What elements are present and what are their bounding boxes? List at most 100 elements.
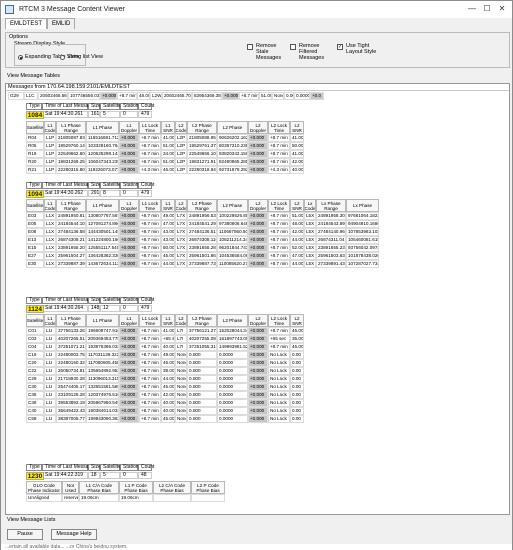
table-cell: 199943090.362: [86, 415, 119, 423]
table-cell: +0.000: [248, 134, 268, 142]
table-cell: 135654892.953: [86, 367, 119, 375]
table-cell: 23109125.285: [56, 391, 86, 399]
table-cell: C19: [26, 351, 44, 359]
table-cell: 40.00: [290, 166, 304, 174]
table-cell: +0.000: [248, 407, 268, 415]
close-button[interactable]: ✕: [497, 4, 507, 14]
table-cell: +8.7 min: [139, 343, 161, 351]
table-cell: 0.0000: [294, 92, 310, 100]
table-cell: 49.00: [161, 351, 175, 359]
message-summary-cell: 479: [138, 111, 152, 118]
table-cell: C01: [26, 327, 44, 335]
message-type-1124[interactable]: 1124: [26, 305, 44, 313]
message-header-cell: Time of Last Message: [42, 297, 94, 304]
table-cell: 48.00: [290, 220, 304, 228]
table-cell: E15: [26, 244, 44, 252]
string-list-radio[interactable]: [60, 55, 65, 60]
table-cell: 44.00: [161, 375, 175, 383]
title-bar: RTCM 3 Message Content Viewer — ☐ ✕: [1, 1, 512, 18]
table-cell: L1I: [44, 351, 56, 359]
table-cell: C03: [26, 335, 44, 343]
column-header: Lx Code: [304, 199, 316, 212]
message-summary-cell: Sat 19:44:30.262: [42, 190, 88, 197]
table-cell: L7I: [175, 327, 187, 335]
table-cell: +8.7 min: [268, 327, 290, 335]
table-cell: 25961501.860: [187, 252, 217, 260]
table-cell: 110085620.270: [217, 260, 248, 268]
message-summary-row: Sat 19:44:30.262 291 8 0 479: [26, 190, 152, 197]
table-cell: +0.000: [248, 391, 268, 399]
table-cell: 144430501.149: [86, 228, 119, 236]
table-cell: 108211214.345: [217, 236, 248, 244]
message-tables-pane[interactable]: Messages from 170.64.198.159:2101/EMLDTE…: [5, 83, 510, 515]
table-row: E03 L1X 24891950.817 130807767.567 +0.000 +8.…: [26, 212, 379, 220]
table-cell: G29: [8, 92, 24, 100]
table-cell: 0.0000: [217, 399, 248, 407]
table-cell: +0.000: [119, 220, 139, 228]
table-cell: +0.000: [248, 359, 268, 367]
table-cell: UnAligned: [26, 494, 62, 502]
column-header: L1 SNR: [161, 314, 175, 327]
minimize-button[interactable]: —: [467, 4, 477, 14]
table-cell: 38397005.779: [56, 415, 86, 423]
table-cell: L1I: [44, 327, 56, 335]
table-header: Satellite L1 Code L1 Phase Range L1 Phase L1…: [26, 314, 304, 327]
table-row: C19 L1I 22480003.758 117031139.322 +0.000 +8.…: [26, 351, 304, 359]
table-cell: 130807767.567: [86, 212, 119, 220]
table-cell: C35: [26, 391, 44, 399]
table-cell: 0.0000: [217, 367, 248, 375]
table-cell: 24184541.298: [187, 220, 217, 228]
message-1094-table: Satellite L1 Code L1 Phase Range L1 Phase L1…: [26, 199, 509, 269]
table-cell: C22: [26, 367, 44, 375]
column-header: L1 Phase Range: [56, 121, 86, 134]
table-cell: R05: [26, 142, 44, 150]
table-cell: 35.00: [290, 335, 304, 343]
table-cell: L1I: [44, 367, 56, 375]
tab-emlid[interactable]: EMLID: [47, 18, 76, 29]
table-cell: 22549662.603: [56, 150, 86, 158]
table-row: C59 L1I 38397005.779 199943090.362 +0.000 +8.…: [26, 415, 304, 423]
table-cell: L1X: [44, 236, 56, 244]
message-help-button[interactable]: Message Help: [51, 529, 97, 540]
table-cell: None: [175, 375, 187, 383]
table-cell: 37251071.213: [56, 343, 86, 351]
remove-filtered-checkbox[interactable]: [290, 44, 296, 50]
table-cell: 37756133.269: [56, 327, 86, 335]
pause-button[interactable]: Pause: [7, 529, 43, 540]
message-type-1230[interactable]: 1230: [26, 472, 44, 480]
tight-layout-checkbox[interactable]: ✓: [337, 44, 343, 50]
table-cell: L5X: [304, 220, 316, 228]
table-cell: +4.3 min: [268, 166, 290, 174]
table-cell: 136428382.336: [86, 252, 119, 260]
table-cell: E27: [26, 252, 44, 260]
table-cell: +0.000: [248, 260, 268, 268]
table-cell: R20: [26, 158, 44, 166]
table-cell: 22480150.325: [56, 359, 86, 367]
table-cell: 143672634.113: [86, 260, 119, 268]
table-cell: R19: [26, 150, 44, 158]
table-cell: 45.00: [161, 252, 175, 260]
table-cell: +0.000: [248, 399, 268, 407]
table-cell: 106047343.239: [86, 158, 119, 166]
table-cell: +0.000: [248, 415, 268, 423]
table-cell: +8.7 min: [268, 236, 290, 244]
expanding-table-radio[interactable]: [18, 55, 23, 60]
message-type-1094[interactable]: 1094: [26, 190, 44, 198]
message-header-cell: Satellites: [100, 103, 123, 110]
table-cell: 24891956.530: [187, 212, 217, 220]
status-text: ...ertain all available data... ...or Ch…: [1, 544, 512, 550]
table-cell: 0.00: [290, 407, 304, 415]
maximize-button[interactable]: ☐: [482, 4, 492, 14]
tab-emldtest[interactable]: EMLDTEST: [5, 18, 48, 29]
column-header: L1 Phase: [86, 314, 119, 327]
remove-stale-checkbox[interactable]: [247, 44, 253, 50]
table-row: C29 L1I 21718930.284 113096013.315 +0.000 +8.…: [26, 375, 304, 383]
table-cell: L1P: [44, 134, 56, 142]
column-header: L2 SNR: [290, 199, 304, 212]
table-cell: L1I: [44, 383, 56, 391]
message-type-1084[interactable]: 1084: [26, 111, 44, 119]
table-cell: 44.00: [161, 260, 175, 268]
table-cell: L2P: [175, 142, 187, 150]
table-cell: None: [175, 359, 187, 367]
table-cell: None: [272, 92, 284, 100]
